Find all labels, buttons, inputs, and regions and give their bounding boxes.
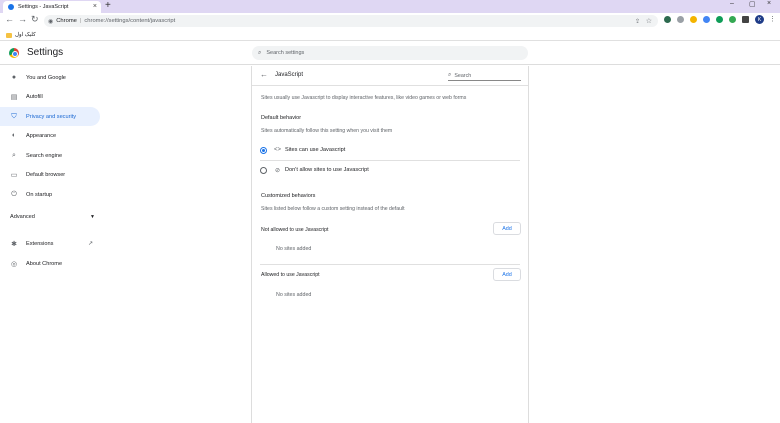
customized-behaviors-desc: Sites listed below follow a custom setti… [261, 206, 405, 212]
intro-text: Sites usually use Javascript to display … [261, 95, 467, 101]
search-icon: ⌕ [12, 151, 16, 159]
bookmarks-bar: کلیک اول [0, 29, 780, 41]
bookmark-folder[interactable]: کلیک اول [6, 32, 36, 38]
settings-sidebar: ● You and Google ▤ Autofill ⛉ Privacy an… [0, 66, 105, 423]
omnibox-site: Chrome [56, 18, 77, 24]
search-icon: ⌕ [258, 49, 262, 56]
back-icon[interactable]: ← [5, 14, 14, 24]
tab-settings[interactable]: Settings - JavaScript × [3, 1, 101, 13]
sidebar-item-you-and-google[interactable]: ● You and Google [0, 68, 100, 87]
sidebar-item-search-engine[interactable]: ⌕ Search engine [0, 146, 100, 165]
divider [260, 264, 520, 265]
panel-header: ← JavaScript ⌕ Search [252, 66, 528, 86]
palette-icon: ◐ [11, 132, 17, 139]
default-behavior-heading: Default behavior [261, 115, 302, 121]
panel-title: JavaScript [275, 72, 304, 78]
chrome-logo-icon [9, 48, 19, 58]
radio-button-selected[interactable] [260, 146, 267, 154]
search-icon: ⌕ [448, 72, 452, 78]
open-in-new-icon: ↗ [88, 241, 94, 247]
extension-5-icon[interactable] [716, 16, 723, 23]
forward-icon[interactable]: → [18, 14, 27, 24]
not-allowed-heading: Not allowed to use Javascript [261, 227, 329, 233]
sidebar-item-label: Privacy and security [26, 113, 77, 120]
settings-search-input[interactable]: ⌕ Search settings [252, 46, 528, 60]
chevron-down-icon: ▼ [90, 214, 95, 220]
radio-allow-javascript[interactable]: <> Sites can use Javascript [260, 141, 520, 159]
sidebar-item-label: On startup [26, 191, 53, 198]
close-window-icon[interactable]: × [767, 0, 771, 7]
sidebar-item-label: You and Google [26, 74, 66, 81]
site-info-icon[interactable]: ◉ [48, 18, 53, 25]
sidebar-advanced-toggle[interactable]: Advanced ▼ [10, 214, 95, 220]
sidebar-item-about-chrome[interactable]: ◎ About Chrome [0, 254, 100, 273]
puzzle-icon: ✱ [11, 240, 17, 248]
sidebar-item-label: About Chrome [26, 260, 63, 267]
power-icon: ⏻ [11, 190, 17, 198]
browser-icon: ▭ [10, 171, 18, 179]
page-title: Settings [27, 47, 64, 58]
customized-behaviors-heading: Customized behaviors [261, 193, 316, 199]
sidebar-item-label: Default browser [26, 171, 66, 178]
shield-icon: ⛉ [11, 112, 17, 120]
new-tab-button[interactable]: + [105, 0, 111, 11]
browser-toolbar: ← → ↻ ◉ Chrome | chrome://settings/conte… [0, 13, 780, 29]
share-icon[interactable]: ⇪ [635, 18, 640, 25]
radio-button[interactable] [260, 166, 267, 174]
extension-2-icon[interactable] [677, 16, 684, 23]
bookmark-folder-label: کلیک اول [15, 32, 36, 38]
sidebar-item-autofill[interactable]: ▤ Autofill [0, 87, 100, 106]
sidebar-item-label: Autofill [26, 93, 43, 100]
folder-icon [6, 32, 12, 38]
panel-search-placeholder: Search [454, 72, 472, 79]
code-icon: <> [274, 147, 282, 153]
close-tab-icon[interactable]: × [93, 3, 97, 10]
radio-allow-label: Sites can use Javascript [285, 147, 346, 153]
allowed-heading: Allowed to use Javascript [261, 272, 320, 278]
extension-1-icon[interactable] [664, 16, 671, 23]
default-behavior-desc: Sites automatically follow this setting … [261, 128, 393, 134]
back-arrow-icon[interactable]: ← [260, 70, 268, 79]
extension-6-icon[interactable] [729, 16, 736, 23]
address-bar[interactable]: ◉ Chrome | chrome://settings/content/jav… [44, 15, 658, 27]
extension-3-icon[interactable] [690, 16, 697, 23]
reload-icon[interactable]: ↻ [31, 14, 39, 25]
tab-title: Settings - JavaScript [18, 4, 69, 10]
add-not-allowed-button[interactable]: Add [493, 222, 521, 235]
menu-kebab-icon[interactable]: ⋮ [769, 15, 776, 23]
settings-favicon-icon [8, 4, 14, 10]
sidebar-item-label: Search engine [26, 152, 63, 159]
allowed-empty: No sites added [276, 292, 312, 298]
clipboard-icon: ▤ [10, 93, 18, 101]
chrome-icon: ◎ [10, 260, 18, 268]
radio-block-label: Don't allow sites to use Javascript [285, 167, 369, 173]
tab-strip: Settings - JavaScript × + – ▢ × [0, 0, 780, 13]
add-allowed-button[interactable]: Add [493, 268, 521, 281]
extensions-puzzle-icon[interactable] [742, 16, 749, 23]
settings-search-placeholder: Search settings [266, 50, 305, 56]
radio-block-javascript[interactable]: ⊘ Don't allow sites to use Javascript [260, 161, 520, 179]
javascript-settings-panel: ← JavaScript ⌕ Search Sites usually use … [251, 66, 529, 423]
panel-search-input[interactable]: ⌕ Search [448, 71, 521, 81]
sidebar-item-on-startup[interactable]: ⏻ On startup [0, 185, 100, 204]
sidebar-item-label: Appearance [26, 132, 57, 139]
omnibox-url: chrome://settings/content/javascript [84, 18, 176, 24]
bookmark-star-icon[interactable]: ☆ [646, 17, 652, 25]
sidebar-advanced-label: Advanced [10, 214, 35, 220]
not-allowed-empty: No sites added [276, 246, 312, 252]
profile-avatar[interactable]: K [755, 15, 764, 24]
sidebar-item-label: Extensions [26, 240, 54, 247]
code-off-icon: ⊘ [274, 167, 281, 174]
sidebar-item-privacy-and-security[interactable]: ⛉ Privacy and security [0, 107, 100, 126]
sidebar-item-default-browser[interactable]: ▭ Default browser [0, 165, 100, 184]
extension-4-icon[interactable] [703, 16, 710, 23]
maximize-icon[interactable]: ▢ [749, 0, 756, 8]
person-icon: ● [11, 74, 17, 81]
settings-header: Settings ⌕ Search settings [0, 41, 780, 65]
minimize-icon[interactable]: – [730, 0, 734, 7]
sidebar-item-extensions[interactable]: ✱ Extensions ↗ [0, 234, 100, 253]
sidebar-item-appearance[interactable]: ◐ Appearance [0, 126, 100, 145]
